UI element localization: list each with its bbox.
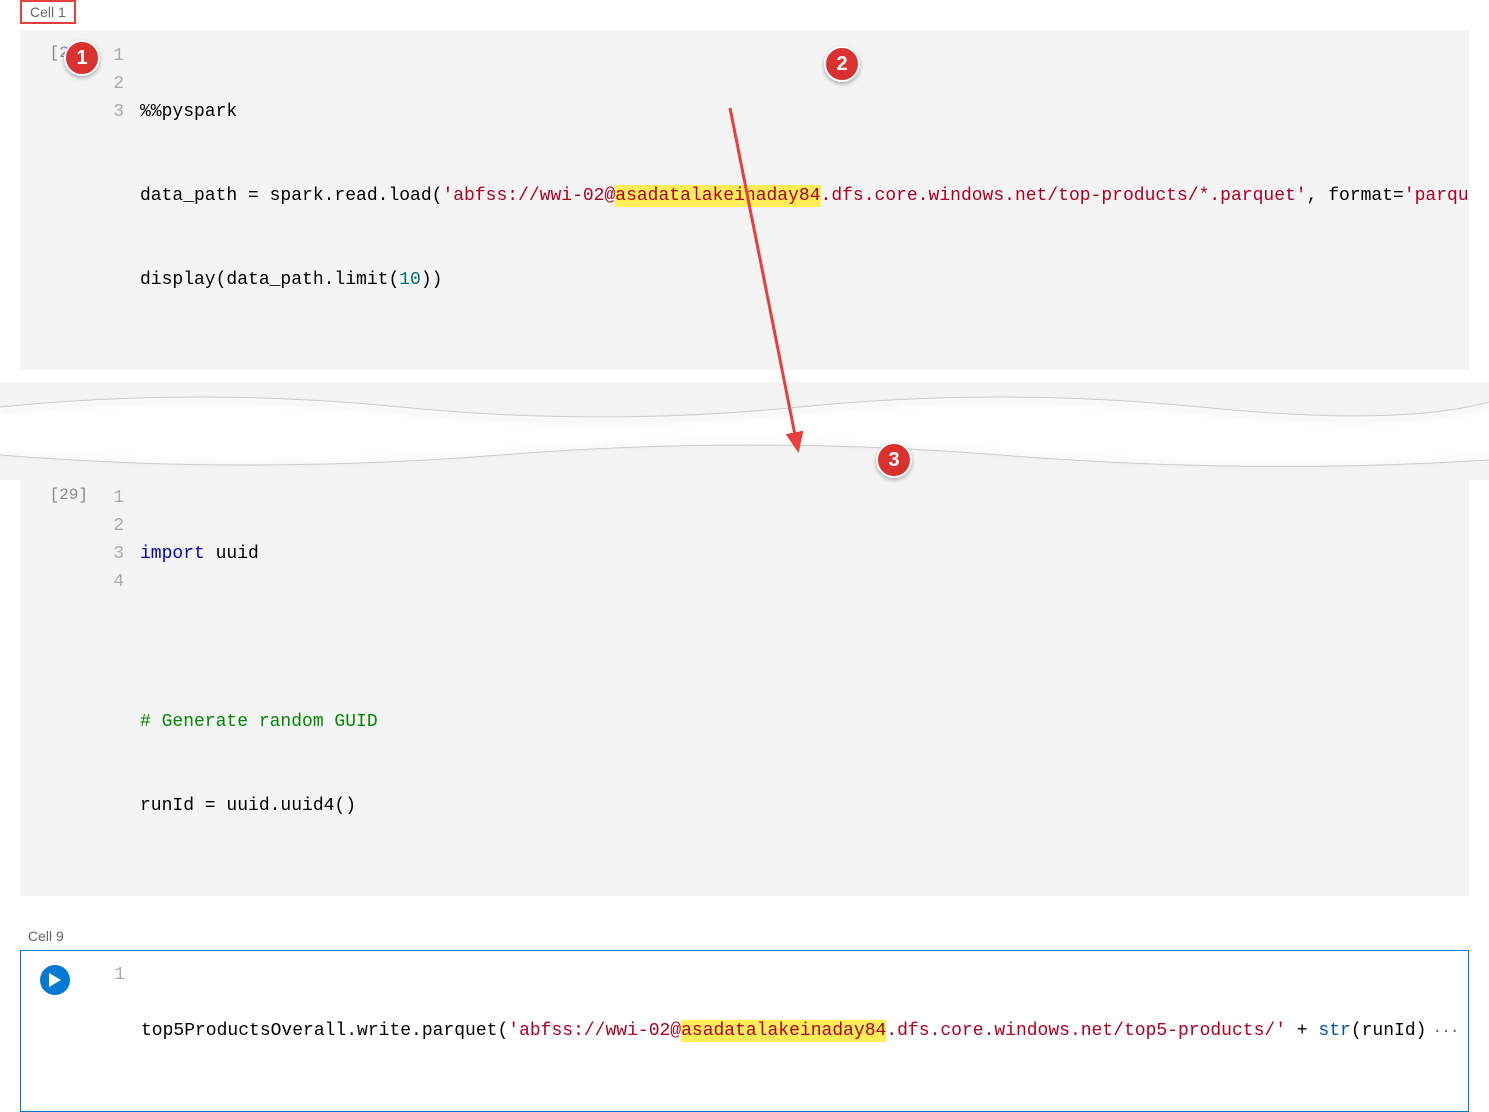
code-content-9[interactable]: top5ProductsOverall.write.parquet('abfss… bbox=[141, 961, 1468, 1101]
more-options-icon[interactable]: ··· bbox=[1434, 1020, 1460, 1043]
code-cell-mid[interactable]: [29] 1 2 3 4 import uuid # Generate rand… bbox=[20, 480, 1469, 896]
code-content-1[interactable]: %%pyspark data_path = spark.read.load('a… bbox=[140, 42, 1469, 350]
callout-1: 1 bbox=[64, 40, 100, 76]
highlighted-storage-1: asadatalakeinaday84 bbox=[615, 185, 820, 207]
content-gap-indicator bbox=[0, 370, 1489, 480]
callout-2: 2 bbox=[824, 46, 860, 82]
exec-count-mid: [29] bbox=[50, 486, 88, 504]
line-gutter: 1 2 3 bbox=[100, 42, 140, 350]
highlighted-storage-2: asadatalakeinaday84 bbox=[681, 1020, 886, 1042]
code-content-mid[interactable]: import uuid # Generate random GUID runId… bbox=[140, 484, 1469, 876]
code-cell-9[interactable]: 1 top5ProductsOverall.write.parquet('abf… bbox=[20, 950, 1469, 1112]
line-gutter: 1 bbox=[101, 961, 141, 1101]
callout-3: 3 bbox=[876, 442, 912, 478]
play-icon bbox=[49, 973, 61, 987]
cell-label-9: Cell 9 bbox=[20, 924, 72, 948]
line-gutter: 1 2 3 4 bbox=[100, 484, 140, 876]
magic-command: %%pyspark bbox=[140, 102, 237, 122]
run-cell-button[interactable] bbox=[40, 965, 70, 995]
cell-label-1: Cell 1 bbox=[20, 0, 76, 24]
code-cell-1[interactable]: [22] 1 2 3 %%pyspark data_path = spark.r… bbox=[20, 30, 1469, 370]
